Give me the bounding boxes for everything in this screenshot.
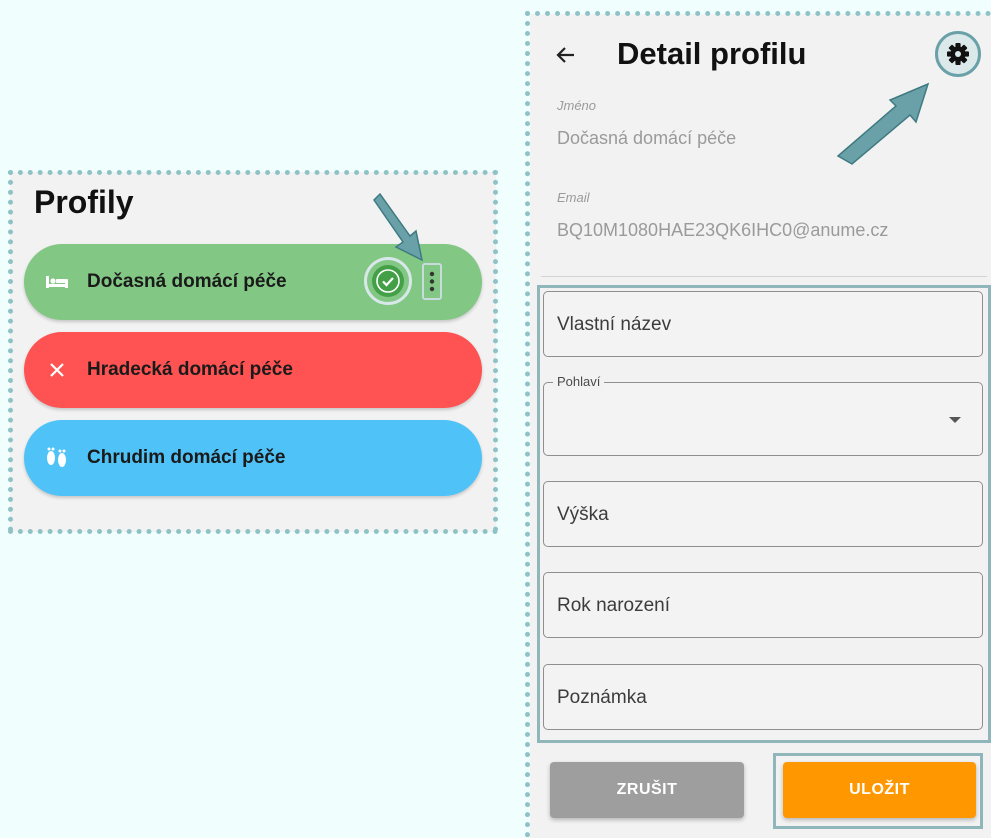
custom-name-field[interactable]: Vlastní název: [543, 291, 983, 357]
profile-label: Chrudim domácí péče: [87, 447, 286, 468]
profile-item-chrudim[interactable]: Chrudim domácí péče: [24, 420, 482, 496]
bed-icon: [44, 270, 70, 294]
cancel-button[interactable]: ZRUŠIT: [550, 762, 744, 818]
name-value: Dočasná domácí péče: [557, 128, 737, 148]
highlight-border: [525, 11, 991, 16]
email-value: BQ10M1080HAE23QK6IHC0@anume.cz: [557, 220, 889, 240]
settings-button[interactable]: [935, 31, 981, 77]
back-button[interactable]: [551, 40, 581, 70]
divider: [541, 276, 987, 277]
profile-label: Hradecká domácí péče: [87, 359, 293, 380]
gender-label: Pohlaví: [553, 374, 605, 389]
name-label: Jméno: [557, 98, 597, 113]
height-placeholder: Výška: [557, 504, 609, 525]
email-label: Email: [557, 190, 590, 205]
birth-year-placeholder: Rok narození: [557, 595, 671, 616]
highlight-border: [8, 170, 498, 175]
note-field[interactable]: Poznámka: [543, 664, 983, 730]
birth-year-field[interactable]: Rok narození: [543, 572, 983, 638]
highlight-border: [525, 11, 530, 838]
close-icon: [44, 358, 70, 382]
custom-name-placeholder: Vlastní název: [557, 314, 672, 335]
page-title: Profily: [34, 184, 134, 220]
highlight-border: [493, 170, 498, 532]
note-placeholder: Poznámka: [557, 687, 647, 708]
more-vert-button[interactable]: [422, 263, 442, 300]
page-title: Detail profilu: [617, 36, 807, 71]
gender-select[interactable]: Pohlaví: [543, 374, 983, 456]
profile-item-hradecka[interactable]: Hradecká domácí péče: [24, 332, 482, 408]
check-icon: [372, 265, 404, 297]
dropdown-arrow-icon: [949, 417, 961, 423]
footprints-icon: [44, 446, 70, 470]
annotation-arrow: [373, 192, 424, 262]
highlight-border: [8, 170, 13, 532]
gear-icon: [947, 43, 969, 65]
profile-label: Dočasná domácí péče: [87, 271, 287, 292]
annotation-arrow: [836, 82, 930, 165]
height-field[interactable]: Výška: [543, 481, 983, 547]
save-button[interactable]: ULOŽIT: [783, 762, 976, 818]
highlight-border: [8, 529, 498, 534]
arrow-left-icon: [556, 47, 574, 63]
